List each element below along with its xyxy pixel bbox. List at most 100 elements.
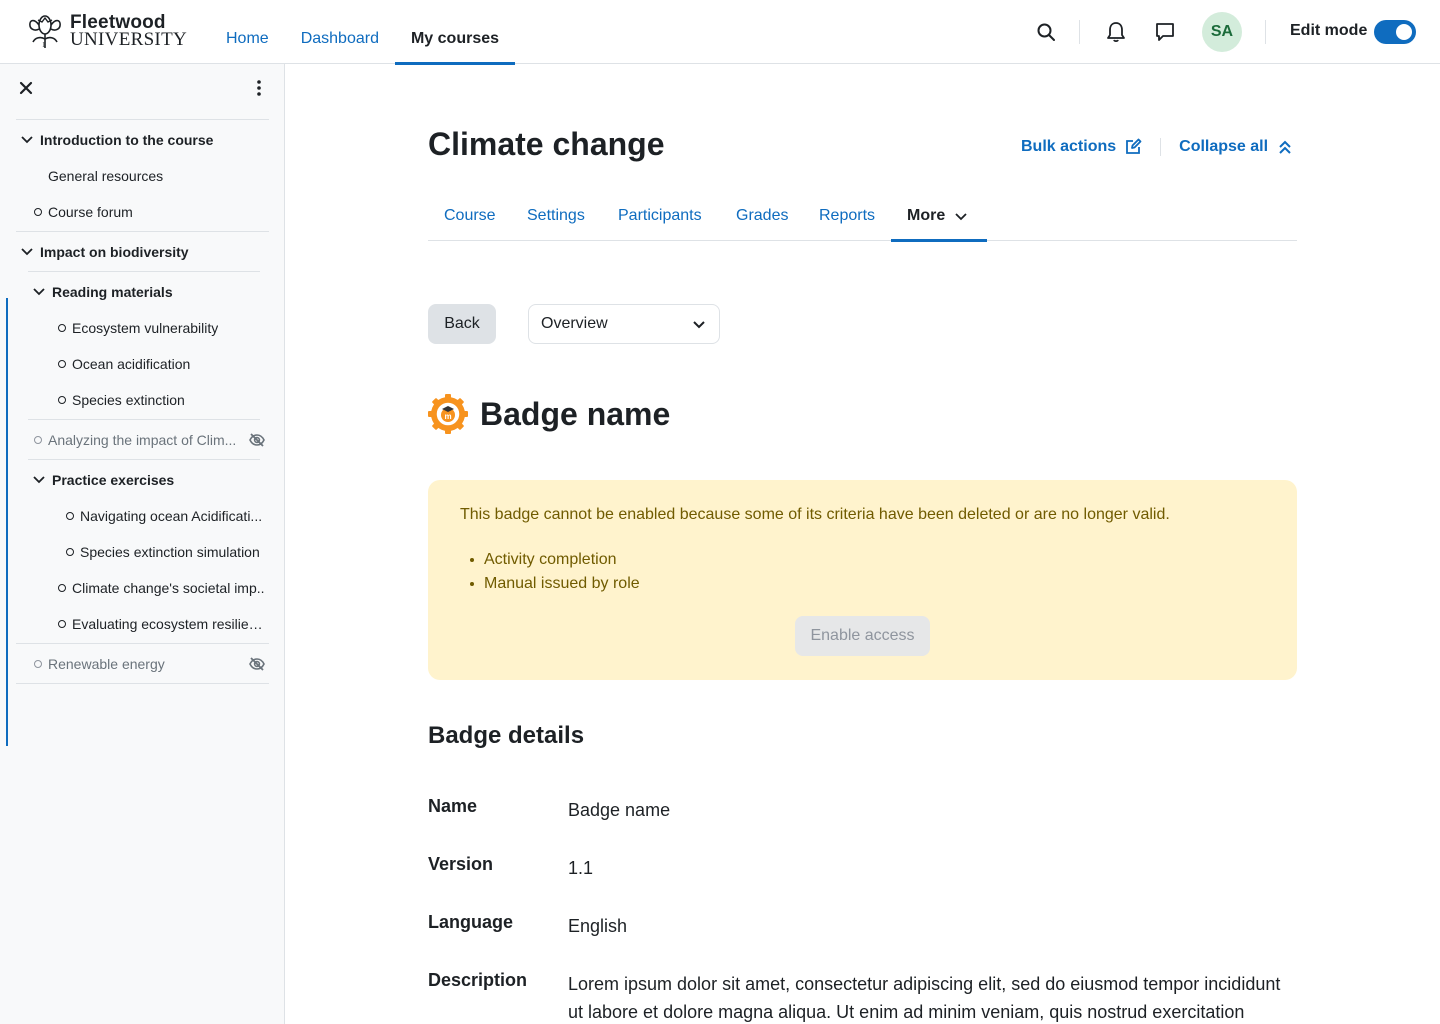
- back-button[interactable]: Back: [428, 304, 496, 344]
- nav-dashboard[interactable]: Dashboard: [285, 0, 395, 64]
- section-label: Introduction to the course: [40, 132, 214, 148]
- item-label: Renewable energy: [48, 656, 165, 672]
- select-value: Overview: [541, 315, 608, 332]
- edit-pencil-icon: [1126, 138, 1142, 154]
- item-label: Climate change's societal imp..: [72, 580, 265, 596]
- collapse-all-label: Collapse all: [1179, 138, 1269, 155]
- tab-grades[interactable]: Grades: [736, 190, 788, 241]
- section-label: Impact on biodiversity: [40, 244, 189, 260]
- tab-reports[interactable]: Reports: [819, 190, 875, 241]
- toggle-knob: [1396, 24, 1412, 40]
- nav-my-courses[interactable]: My courses: [394, 0, 516, 65]
- double-chevron-up-icon: [1279, 140, 1291, 154]
- course-index-drawer: Introduction to the course General resou…: [0, 64, 285, 1024]
- item-label: Ecosystem vulnerability: [72, 320, 219, 336]
- detail-row-language: Language English: [428, 912, 1308, 940]
- completion-circle-icon: [34, 660, 42, 668]
- header-actions: Bulk actions Collapse all: [1021, 138, 1294, 156]
- bullet-dot: [470, 558, 474, 562]
- activity-evaluating-ecosystem-resilience[interactable]: Evaluating ecosystem resilien...: [58, 606, 268, 642]
- list-item-text: Manual issued by role: [484, 575, 640, 592]
- activity-ocean-acidification[interactable]: Ocean acidification: [58, 346, 268, 382]
- chevron-down-icon[interactable]: [20, 245, 34, 259]
- eye-slash-icon: [249, 433, 265, 447]
- divider: [28, 419, 260, 420]
- completion-circle-icon: [58, 396, 66, 404]
- divider: [16, 683, 269, 684]
- divider: [16, 643, 269, 644]
- notifications-bell-icon[interactable]: [1102, 18, 1130, 46]
- logo-text: Fleetwood UNIVERSITY: [70, 13, 187, 50]
- close-icon[interactable]: [16, 78, 36, 98]
- detail-key: Name: [428, 796, 478, 816]
- completion-circle-icon: [34, 436, 42, 444]
- bullet-dot: [470, 582, 474, 586]
- chevron-down-icon[interactable]: [32, 285, 46, 299]
- activity-navigating-ocean-acidification[interactable]: Navigating ocean Acidificati...: [66, 498, 266, 534]
- nav-divider: [1265, 20, 1266, 44]
- kebab-menu-icon[interactable]: [250, 78, 268, 98]
- messages-chat-icon[interactable]: [1151, 18, 1179, 46]
- divider: [16, 119, 269, 120]
- activity-ecosystem-vulnerability[interactable]: Ecosystem vulnerability: [58, 310, 268, 346]
- search-icon[interactable]: [1032, 18, 1060, 46]
- detail-value: English: [568, 916, 628, 936]
- badge-details-heading: Badge details: [428, 722, 585, 749]
- chevron-down-icon[interactable]: [32, 473, 46, 487]
- completion-circle-icon: [66, 548, 74, 556]
- detail-value: Lorem ipsum dolor sit amet, consectetur …: [568, 974, 1281, 1022]
- activity-climate-societal-impact[interactable]: Climate change's societal imp..: [58, 570, 268, 606]
- nav-home[interactable]: Home: [210, 0, 285, 64]
- site-logo[interactable]: 1 Fleetwood UNIVERSITY: [24, 12, 187, 50]
- section-impact-on-biodiversity[interactable]: Impact on biodiversity: [20, 234, 270, 270]
- activity-species-extinction[interactable]: Species extinction: [58, 382, 268, 418]
- subsection-practice-exercises[interactable]: Practice exercises: [32, 462, 268, 498]
- collapse-all-button[interactable]: Collapse all: [1179, 138, 1294, 156]
- user-avatar[interactable]: SA: [1202, 12, 1242, 52]
- eye-slash-icon: [249, 657, 265, 671]
- completion-circle-icon: [66, 512, 74, 520]
- divider: [1160, 138, 1162, 156]
- badge-icon: m: [428, 394, 468, 434]
- chevron-down-icon[interactable]: [20, 133, 34, 147]
- activity-analyzing-impact-hidden[interactable]: Analyzing the impact of Clim...: [34, 422, 240, 458]
- list-item: Activity completion: [460, 548, 1265, 572]
- tab-settings[interactable]: Settings: [527, 190, 585, 241]
- badge-title: Badge name: [480, 395, 671, 432]
- current-section-indicator: [6, 298, 8, 746]
- detail-key: Version: [428, 854, 494, 874]
- detail-value: Badge name: [568, 800, 671, 820]
- badge-header: m Badge name: [428, 394, 670, 434]
- tab-participants[interactable]: Participants: [618, 190, 702, 241]
- primary-navigation: Home Dashboard My courses: [210, 0, 516, 65]
- activity-renewable-energy-hidden[interactable]: Renewable energy: [34, 646, 240, 682]
- edit-mode-toggle[interactable]: [1374, 20, 1416, 44]
- page-title: Climate change: [428, 126, 665, 162]
- main-content: Climate change Bulk actions Collapse all…: [286, 64, 1440, 1024]
- svg-text:1: 1: [42, 41, 46, 49]
- bulk-actions-button[interactable]: Bulk actions: [1021, 138, 1142, 156]
- svg-text:m: m: [445, 412, 452, 421]
- university-crest-icon: 1: [29, 15, 61, 49]
- enable-access-button[interactable]: Enable access: [795, 616, 930, 656]
- item-label: Course forum: [48, 204, 133, 220]
- completion-circle-icon: [58, 360, 66, 368]
- page-general-resources[interactable]: General resources: [48, 158, 268, 194]
- item-label: Species extinction: [72, 392, 185, 408]
- logo-line-2: UNIVERSITY: [70, 29, 187, 50]
- item-label: Species extinction simulation: [80, 544, 260, 560]
- tab-course[interactable]: Course: [444, 190, 496, 241]
- detail-value: 1.1: [568, 858, 594, 878]
- divider: [28, 271, 260, 272]
- badge-page-select[interactable]: Overview: [528, 304, 720, 344]
- tab-more[interactable]: More: [891, 190, 987, 242]
- nav-divider: [1079, 20, 1080, 44]
- activity-course-forum[interactable]: Course forum: [34, 194, 268, 230]
- activity-species-extinction-simulation[interactable]: Species extinction simulation: [66, 534, 266, 570]
- section-introduction[interactable]: Introduction to the course: [20, 122, 270, 158]
- divider: [28, 459, 260, 460]
- bulk-actions-label: Bulk actions: [1021, 138, 1117, 155]
- tab-more-label: More: [907, 206, 946, 224]
- subsection-reading-materials[interactable]: Reading materials: [32, 274, 268, 310]
- chevron-down-icon: [693, 321, 705, 329]
